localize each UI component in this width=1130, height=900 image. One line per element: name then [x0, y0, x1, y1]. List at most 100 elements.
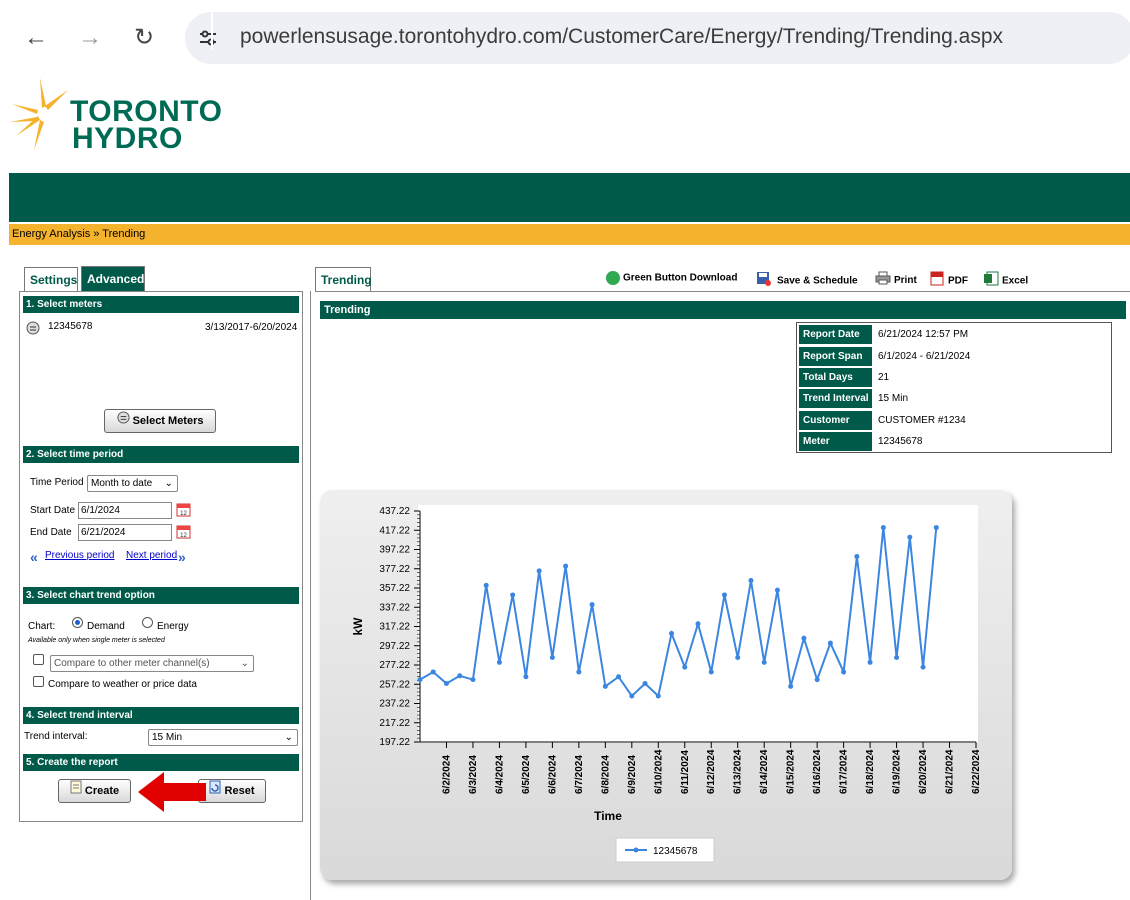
x-tick-label: 6/8/2024 [600, 755, 611, 794]
svg-text:12: 12 [180, 511, 187, 517]
end-date-input[interactable]: 6/21/2024 [78, 524, 172, 541]
save-schedule-button[interactable]: Save & Schedule [756, 271, 858, 291]
y-tick-label: 437.22 [379, 506, 410, 517]
chart-label: Chart: [28, 621, 56, 632]
company-logo[interactable]: TORONTO HYDRO [70, 95, 223, 154]
print-button[interactable]: Print [875, 271, 917, 290]
x-axis-label: Time [594, 809, 622, 823]
data-point [669, 630, 675, 636]
data-point [748, 578, 754, 584]
section-time-period: 2. Select time period [23, 446, 299, 463]
calendar-icon[interactable]: 12 [176, 502, 191, 517]
time-period-value: Month to date [91, 478, 153, 489]
next-period-link[interactable]: Next period [126, 550, 177, 561]
y-tick-label: 297.22 [379, 641, 410, 652]
calendar-icon[interactable]: 12 [176, 524, 191, 539]
y-tick-label: 337.22 [379, 602, 410, 613]
tab-advanced[interactable]: Advanced [81, 266, 145, 291]
print-label: Print [894, 275, 917, 287]
logo-line1: TORONTO [70, 95, 223, 128]
data-point [536, 568, 542, 574]
double-left-arrow-icon[interactable]: « [30, 549, 38, 565]
create-button[interactable]: Create [58, 779, 131, 803]
y-tick-label: 217.22 [379, 718, 410, 729]
x-tick-label: 6/7/2024 [574, 755, 585, 794]
legend-label: 12345678 [653, 846, 698, 857]
green-button-download[interactable]: Green Button Download [606, 271, 737, 286]
green-button-label: Green Button Download [623, 272, 738, 284]
excel-button[interactable]: Excel [983, 271, 1028, 291]
x-tick-label: 6/20/2024 [918, 749, 929, 794]
data-point [602, 683, 608, 689]
x-tick-label: 6/17/2024 [839, 749, 850, 794]
start-date-input[interactable]: 6/1/2024 [78, 502, 172, 519]
trend-interval-select[interactable]: 15 Min ⌄ [148, 729, 298, 746]
select-meters-button[interactable]: Select Meters [104, 409, 216, 433]
green-button-icon [606, 271, 620, 285]
data-point [920, 664, 926, 670]
data-point [457, 673, 463, 679]
nav-home[interactable]: Home [9, 0, 110, 49]
info-label-total-days: Total Days [799, 368, 872, 387]
legend-marker [633, 847, 639, 853]
previous-period-link[interactable]: Previous period [45, 550, 114, 561]
data-point [576, 669, 582, 675]
y-tick-label: 277.22 [379, 660, 410, 671]
energy-radio[interactable] [142, 617, 153, 628]
demand-radio[interactable] [72, 617, 83, 628]
x-tick-label: 6/15/2024 [786, 749, 797, 794]
time-period-select[interactable]: Month to date ⌄ [87, 475, 178, 492]
divider [315, 291, 1130, 292]
double-right-arrow-icon[interactable]: » [178, 549, 186, 565]
info-value-report-date: 6/21/2024 12:57 PM [878, 329, 969, 340]
nav-energy-analysis[interactable]: Energy Analysis [111, 0, 213, 49]
x-tick-label: 6/3/2024 [468, 755, 479, 794]
compare-channel-select[interactable]: Compare to other meter channel(s) ⌄ [50, 655, 254, 672]
tab-settings[interactable]: Settings [24, 267, 78, 291]
data-point [774, 587, 780, 593]
data-point [695, 621, 701, 627]
data-point [430, 669, 436, 675]
tab-trending[interactable]: Trending [315, 267, 372, 291]
reset-button[interactable]: Reset [198, 779, 266, 803]
save-schedule-label: Save & Schedule [777, 275, 858, 287]
y-tick-label: 237.22 [379, 699, 410, 710]
info-label-report-span: Report Span [799, 347, 872, 366]
data-point [854, 553, 860, 559]
create-label: Create [84, 785, 120, 797]
y-tick-label: 397.22 [379, 545, 410, 556]
compare-channel-checkbox[interactable] [33, 654, 44, 665]
reset-label: Reset [224, 785, 255, 797]
x-tick-label: 6/6/2024 [547, 755, 558, 794]
pdf-icon [930, 271, 944, 291]
pdf-button[interactable]: PDF [930, 271, 968, 291]
info-label-customer: Customer [799, 411, 872, 430]
trend-interval-value: 15 Min [152, 732, 183, 743]
data-point [788, 683, 794, 689]
compare-channel-label: Compare to other meter channel(s) [54, 658, 210, 669]
save-icon [756, 271, 771, 291]
svg-text:12: 12 [180, 533, 187, 539]
trend-interval-label: Trend interval: [24, 731, 88, 742]
x-tick-label: 6/13/2024 [733, 749, 744, 794]
end-date-label: End Date [30, 527, 72, 538]
compare-weather-label: Compare to weather or price data [48, 679, 197, 690]
meter-date-range: 3/13/2017-6/20/2024 [205, 322, 298, 333]
x-tick-label: 6/12/2024 [706, 749, 717, 794]
info-value-customer: CUSTOMER #1234 [878, 415, 966, 426]
divider [310, 291, 311, 900]
data-point [443, 680, 449, 686]
y-tick-label: 357.22 [379, 583, 410, 594]
data-point [470, 677, 476, 683]
info-value-trend-interval: 15 Min [878, 393, 909, 404]
time-period-label: Time Period [30, 477, 84, 488]
info-value-report-span: 6/1/2024 - 6/21/2024 [878, 351, 971, 362]
url-text[interactable]: powerlensusage.torontohydro.com/Customer… [240, 25, 1003, 49]
data-point [867, 659, 873, 665]
compare-weather-checkbox[interactable] [33, 676, 44, 687]
data-point [907, 534, 913, 540]
x-tick-label: 6/16/2024 [812, 749, 823, 794]
trending-section-title: Trending [320, 301, 1126, 319]
reset-icon [209, 780, 221, 802]
data-point [880, 525, 886, 531]
